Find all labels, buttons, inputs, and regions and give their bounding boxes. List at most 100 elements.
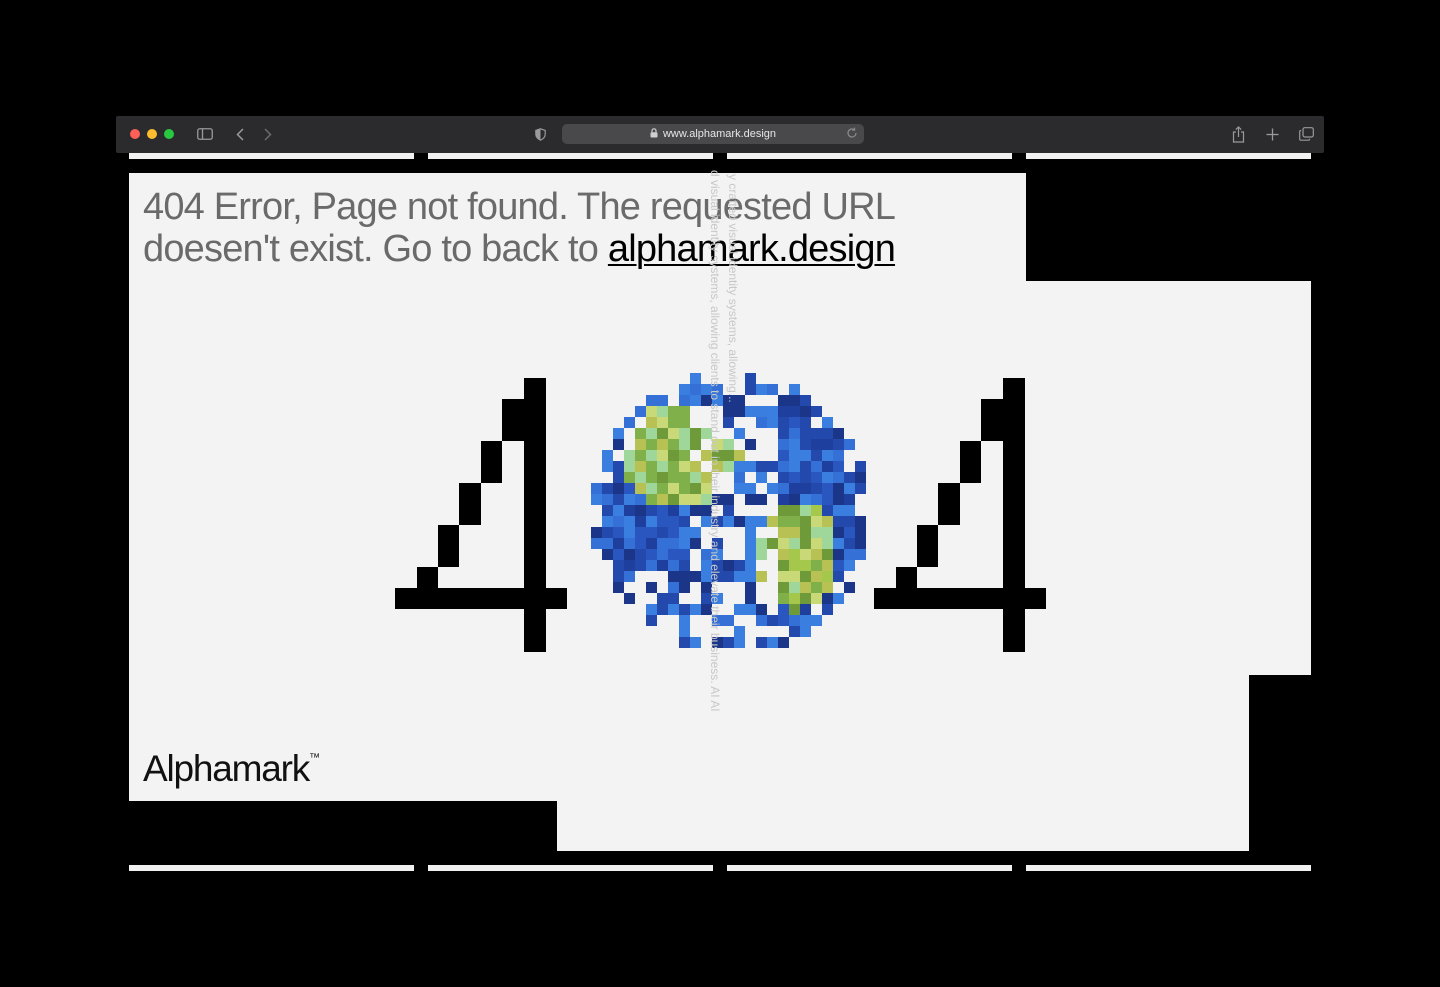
globe-pixel (833, 560, 844, 571)
globe-pixel (657, 549, 668, 560)
globe-pixel (800, 582, 811, 593)
globe-pixel (690, 571, 701, 582)
globe-pixel (690, 395, 701, 406)
globe-pixel (668, 615, 679, 626)
globe-pixel (789, 604, 800, 615)
globe-pixel (679, 626, 690, 637)
globe-pixel (591, 538, 602, 549)
globe-pixel (657, 461, 668, 472)
globe-pixel (646, 395, 657, 406)
globe-pixel (756, 384, 767, 395)
globe-pixel (833, 461, 844, 472)
globe-pixel (767, 560, 778, 571)
globe-pixel (800, 406, 811, 417)
globe-pixel (800, 439, 811, 450)
globe-pixel (624, 593, 635, 604)
globe-pixel (624, 428, 635, 439)
globe-pixel (745, 538, 756, 549)
globe-pixel (822, 483, 833, 494)
globe-pixel (646, 461, 657, 472)
globe-pixel (811, 450, 822, 461)
globe-pixel (811, 604, 822, 615)
globe-pixel (745, 615, 756, 626)
globe-pixel (668, 626, 679, 637)
globe-pixel (789, 384, 800, 395)
globe-pixel (657, 395, 668, 406)
globe-pixel (624, 417, 635, 428)
globe-pixel (690, 560, 701, 571)
globe-pixel (679, 571, 690, 582)
globe-pixel (624, 494, 635, 505)
globe-pixel (778, 560, 789, 571)
globe-pixel (855, 505, 866, 516)
globe-pixel (624, 439, 635, 450)
globe-pixel (800, 571, 811, 582)
globe-pixel (822, 461, 833, 472)
globe-pixel (778, 626, 789, 637)
globe-pixel (778, 538, 789, 549)
globe-pixel (679, 428, 690, 439)
home-link[interactable]: alphamark.design (608, 228, 896, 270)
globe-pixel (800, 516, 811, 527)
globe-pixel (822, 571, 833, 582)
globe-pixel (668, 494, 679, 505)
globe-pixel (668, 428, 679, 439)
globe-pixel (591, 505, 602, 516)
globe-pixel (745, 472, 756, 483)
pixel-digit-four-left (395, 378, 567, 652)
globe-pixel (668, 461, 679, 472)
globe-pixel (844, 560, 855, 571)
globe-pixel (657, 604, 668, 615)
globe-pixel (855, 516, 866, 527)
globe-pixel (690, 615, 701, 626)
globe-pixel (602, 505, 613, 516)
globe-pixel (745, 505, 756, 516)
globe-pixel (811, 439, 822, 450)
globe-pixel (756, 428, 767, 439)
globe-pixel (822, 439, 833, 450)
globe-pixel (855, 494, 866, 505)
globe-pixel (635, 571, 646, 582)
pixel-digit-four-right (874, 378, 1046, 652)
globe-pixel (756, 406, 767, 417)
globe-pixel (778, 472, 789, 483)
globe-pixel (789, 571, 800, 582)
globe-pixel (844, 483, 855, 494)
globe-pixel (745, 549, 756, 560)
globe-pixel (778, 582, 789, 593)
globe-pixel (833, 450, 844, 461)
globe-pixel (745, 373, 756, 384)
globe-pixel (778, 615, 789, 626)
globe-pixel (756, 395, 767, 406)
globe-pixel (844, 516, 855, 527)
globe-pixel (591, 516, 602, 527)
globe-pixel (602, 516, 613, 527)
globe-pixel (690, 582, 701, 593)
globe-pixel (756, 505, 767, 516)
globe-pixel (646, 450, 657, 461)
globe-pixel (756, 626, 767, 637)
globe-pixel (646, 516, 657, 527)
globe-pixel (745, 593, 756, 604)
globe-pixel (646, 417, 657, 428)
globe-pixel (800, 472, 811, 483)
globe-pixel (635, 593, 646, 604)
globe-pixel (811, 615, 822, 626)
globe-pixel (646, 538, 657, 549)
globe-pixel (668, 549, 679, 560)
globe-pixel (789, 538, 800, 549)
globe-pixel (822, 428, 833, 439)
globe-pixel (635, 516, 646, 527)
globe-pixel (657, 439, 668, 450)
globe-pixel (624, 461, 635, 472)
globe-pixel (602, 494, 613, 505)
globe-pixel (679, 461, 690, 472)
globe-pixel (613, 472, 624, 483)
globe-pixel (613, 549, 624, 560)
globe-pixel (767, 505, 778, 516)
globe-pixel (833, 494, 844, 505)
globe-pixel (833, 516, 844, 527)
globe-pixel (657, 450, 668, 461)
globe-pixel (646, 472, 657, 483)
brand-logo[interactable]: Alphamark™ (143, 748, 320, 790)
